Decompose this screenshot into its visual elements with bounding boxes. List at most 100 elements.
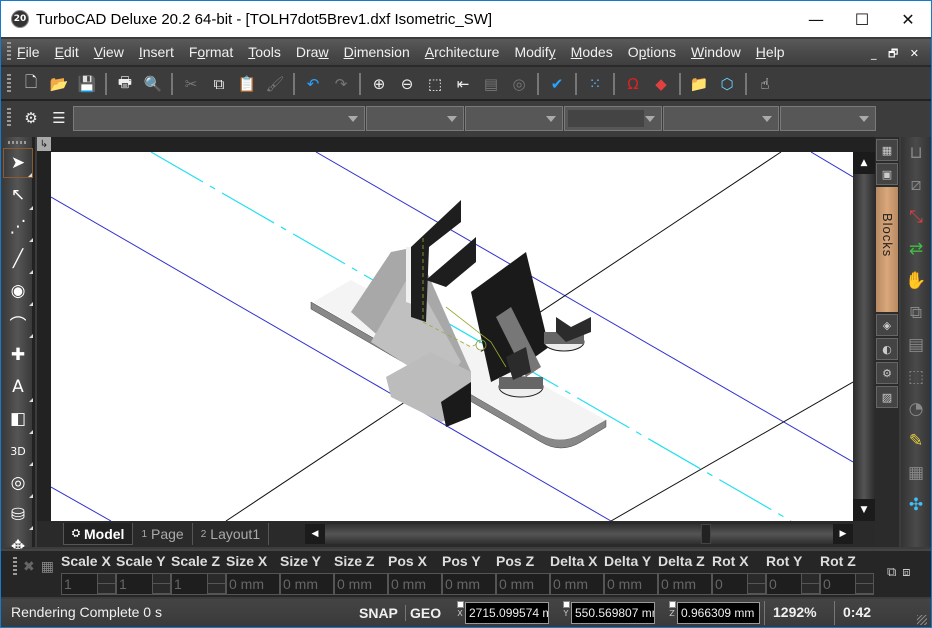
- table-icon[interactable]: ▦: [41, 559, 54, 575]
- revolve-tool-icon[interactable]: ◎: [3, 468, 33, 498]
- field-input[interactable]: 0: [820, 573, 874, 595]
- stretch-tool-icon[interactable]: ⤡: [901, 201, 931, 233]
- close-button[interactable]: ✕: [885, 1, 931, 37]
- toolbar-grip[interactable]: [7, 108, 11, 128]
- zoom-in-icon[interactable]: ⊕: [367, 72, 391, 96]
- table-tool-icon[interactable]: ▤: [901, 329, 931, 361]
- select-tool-icon[interactable]: ➤: [3, 148, 33, 178]
- spin-down-button[interactable]: [802, 584, 819, 594]
- zoom-window-icon[interactable]: ⬚: [423, 72, 447, 96]
- copy-icon[interactable]: ⧉: [207, 72, 231, 96]
- copy-transform-icon[interactable]: ⧉: [887, 565, 896, 580]
- zoom-out-icon[interactable]: ⊖: [395, 72, 419, 96]
- spinner[interactable]: [97, 574, 115, 594]
- menu-tools[interactable]: Tools: [248, 44, 281, 60]
- maximize-button[interactable]: ☐: [839, 1, 885, 37]
- mdi-window-controls[interactable]: _ 🗗 ✕: [871, 45, 923, 64]
- layers-icon[interactable]: ☰: [47, 106, 71, 130]
- 3d-modify-tool-icon[interactable]: ⛁: [3, 500, 33, 530]
- field-input[interactable]: 0: [712, 573, 766, 595]
- menu-draw[interactable]: Draw: [296, 44, 329, 60]
- u-shape-tool-icon[interactable]: ⊔: [901, 137, 931, 169]
- zoom-previous-icon[interactable]: ◎: [507, 72, 531, 96]
- menu-modify[interactable]: Modify: [514, 44, 555, 60]
- cut-icon[interactable]: ✂: [179, 72, 203, 96]
- edit-tool-icon[interactable]: ↖: [3, 180, 33, 210]
- field-input[interactable]: 0 mm: [334, 573, 388, 595]
- menu-modes[interactable]: Modes: [571, 44, 613, 60]
- boolean-tool-icon[interactable]: ⧉: [901, 297, 931, 329]
- spinner[interactable]: [747, 574, 765, 594]
- field-input[interactable]: 0 mm: [280, 573, 334, 595]
- spinner[interactable]: [801, 574, 819, 594]
- 3d-tool-icon[interactable]: 3D: [3, 436, 33, 466]
- field-input[interactable]: 0: [766, 573, 820, 595]
- snap-mode-icon[interactable]: ◆: [649, 72, 673, 96]
- blocks-tab-icon[interactable]: ▣: [876, 163, 898, 185]
- zoom-extents-icon[interactable]: ⇤: [451, 72, 475, 96]
- spin-up-button[interactable]: [98, 574, 115, 584]
- menu-architecture[interactable]: Architecture: [425, 44, 500, 60]
- compass-tool-icon[interactable]: ✣: [901, 489, 931, 521]
- print-icon[interactable]: 🖶: [113, 72, 137, 96]
- blocks-palette-tab[interactable]: Blocks: [876, 187, 898, 312]
- layer-combo[interactable]: [73, 105, 365, 131]
- section-tool-icon[interactable]: ◔: [901, 393, 931, 425]
- menu-window[interactable]: Window: [691, 44, 741, 60]
- menu-file[interactable]: File: [17, 44, 40, 60]
- scroll-down-button[interactable]: ▼: [853, 499, 875, 521]
- spin-up-button[interactable]: [153, 574, 170, 584]
- grid-icon[interactable]: ⁙: [583, 72, 607, 96]
- settings-tab-icon[interactable]: ⚙: [876, 362, 898, 384]
- tab-layout1[interactable]: 2 Layout1: [193, 523, 270, 545]
- tab-page[interactable]: 1 Page: [133, 523, 193, 545]
- scroll-thumb[interactable]: [701, 524, 711, 544]
- spinner[interactable]: [152, 574, 170, 594]
- library-tab-icon[interactable]: ▦: [876, 139, 898, 161]
- resize-grip[interactable]: [917, 615, 927, 625]
- spin-up-button[interactable]: [856, 574, 873, 584]
- gear-icon[interactable]: ⚙: [19, 106, 43, 130]
- line-width-combo[interactable]: [564, 105, 662, 131]
- material-combo[interactable]: [780, 105, 876, 131]
- geo-toggle[interactable]: GEO: [405, 605, 441, 621]
- snap-toggle[interactable]: SNAP: [359, 605, 398, 621]
- color-combo[interactable]: [366, 105, 464, 131]
- print-preview-icon[interactable]: 🔍: [141, 72, 165, 96]
- toolbar-grip[interactable]: [7, 74, 11, 94]
- materials-tab-icon[interactable]: ◈: [876, 314, 898, 336]
- line-style-combo[interactable]: [465, 105, 563, 131]
- zoom-level[interactable]: 1292%: [764, 601, 834, 625]
- toolbar-grip[interactable]: [8, 141, 28, 144]
- y-lock-checkbox[interactable]: [562, 601, 570, 608]
- field-input[interactable]: 1: [171, 573, 226, 595]
- drawing-canvas[interactable]: [51, 152, 853, 521]
- field-input[interactable]: 0 mm: [658, 573, 712, 595]
- text-tool-icon[interactable]: A: [3, 372, 33, 402]
- transform-tool-icon[interactable]: ⇄: [901, 233, 931, 265]
- field-input[interactable]: 1: [61, 573, 116, 595]
- save-icon[interactable]: 💾: [75, 72, 99, 96]
- spin-up-button[interactable]: [748, 574, 765, 584]
- format-painter-icon[interactable]: 🖌: [263, 72, 287, 96]
- spin-down-button[interactable]: [153, 584, 170, 594]
- vertical-scrollbar[interactable]: ▲ ▼: [853, 152, 875, 521]
- apply-transform-icon[interactable]: ⧈: [902, 565, 910, 580]
- field-input[interactable]: 0 mm: [550, 573, 604, 595]
- field-input[interactable]: 0 mm: [496, 573, 550, 595]
- design-director-icon[interactable]: 📁: [687, 72, 711, 96]
- 3d-render-cube-icon[interactable]: ⬡: [715, 72, 739, 96]
- spin-up-button[interactable]: [208, 574, 225, 584]
- insert-image-tool-icon[interactable]: ◧: [3, 404, 33, 434]
- curve-tool-icon[interactable]: ⌒: [3, 308, 33, 338]
- redo-icon[interactable]: ↷: [329, 72, 353, 96]
- field-input[interactable]: 0 mm: [604, 573, 658, 595]
- field-input[interactable]: 0 mm: [226, 573, 280, 595]
- menu-format[interactable]: Format: [189, 44, 233, 60]
- undo-icon[interactable]: ↶: [301, 72, 325, 96]
- field-input[interactable]: 0 mm: [442, 573, 496, 595]
- field-input[interactable]: 1: [116, 573, 171, 595]
- spinner[interactable]: [207, 574, 225, 594]
- scroll-up-button[interactable]: ▲: [853, 152, 875, 174]
- z-lock-checkbox[interactable]: [668, 601, 676, 608]
